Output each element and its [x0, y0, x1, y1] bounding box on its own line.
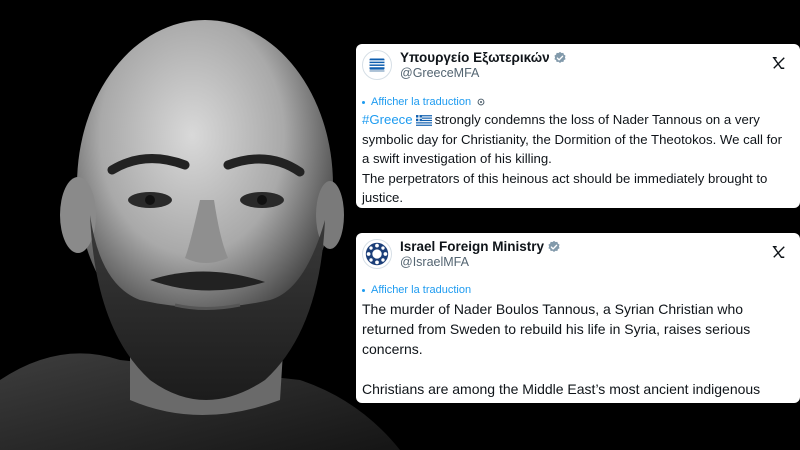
greece-mfa-logo-icon — [369, 58, 385, 72]
tweet-header: Israel Foreign Ministry @IsraelMFA — [362, 239, 561, 269]
tweet-text: The murder of Nader Boulos Tannous, a Sy… — [362, 299, 790, 403]
dot-icon — [362, 288, 365, 292]
x-logo-icon[interactable] — [772, 245, 786, 259]
x-logo-icon[interactable] — [772, 56, 786, 70]
tweet-header: Υπουργείο Εξωτερικών @GreeceMFA — [362, 50, 567, 80]
tweet-card-greece[interactable]: Υπουργείο Εξωτερικών @GreeceMFA Afficher… — [356, 44, 800, 208]
hashtag-link[interactable]: #Greece — [362, 112, 413, 127]
display-name[interactable]: Υπουργείο Εξωτερικών — [400, 50, 550, 66]
gear-icon[interactable] — [476, 97, 486, 107]
avatar[interactable] — [362, 50, 392, 80]
greece-flag-icon — [415, 115, 432, 126]
handle[interactable]: @IsraelMFA — [400, 255, 561, 269]
translate-label[interactable]: Afficher la traduction — [371, 284, 471, 296]
verified-badge-icon — [554, 51, 566, 63]
portrait-photo — [0, 0, 400, 450]
translate-link[interactable]: Afficher la traduction — [362, 96, 486, 108]
tweet-paragraph-1: The murder of Nader Boulos Tannous, a Sy… — [362, 301, 751, 357]
tweet-paragraph-2: Christians are among the Middle East’s m… — [362, 381, 761, 403]
verified-badge-icon — [548, 240, 560, 252]
tweet-text: #Greece strongly condemns the loss of Na… — [362, 110, 790, 208]
display-name[interactable]: Israel Foreign Ministry — [400, 239, 544, 255]
israel-mfa-logo-icon — [365, 242, 389, 266]
avatar[interactable] — [362, 239, 392, 269]
tweet-line-2: The perpetrators of this heinous act sho… — [362, 170, 768, 206]
tweet-card-israel[interactable]: Israel Foreign Ministry @IsraelMFA Affic… — [356, 233, 800, 403]
translate-label[interactable]: Afficher la traduction — [371, 96, 471, 108]
handle[interactable]: @GreeceMFA — [400, 66, 567, 80]
dot-icon — [362, 100, 365, 104]
translate-link[interactable]: Afficher la traduction — [362, 284, 471, 296]
